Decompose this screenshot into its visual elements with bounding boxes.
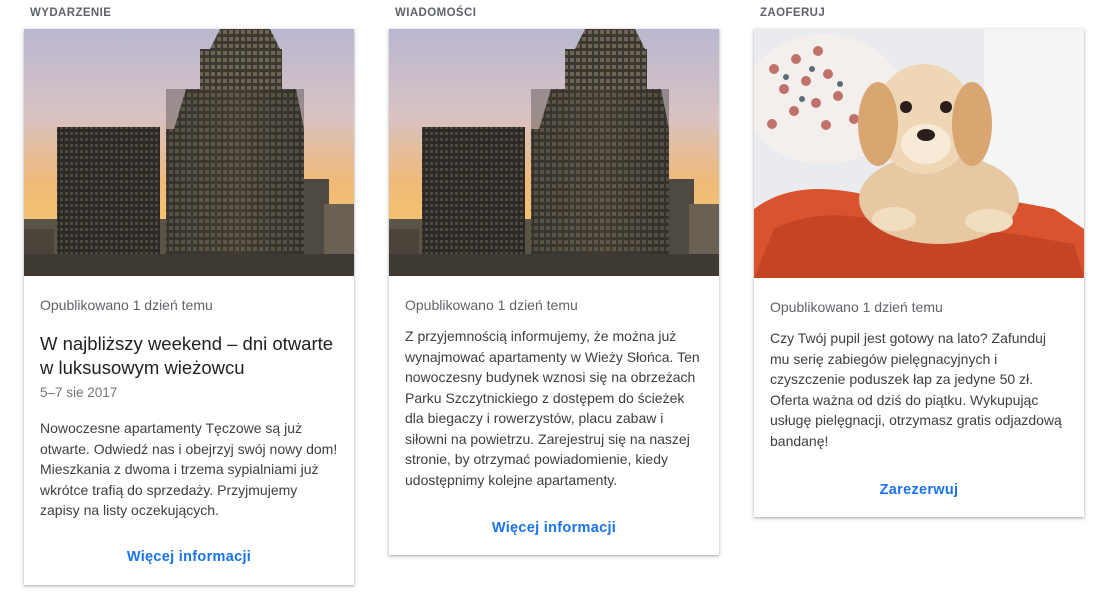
book-button[interactable]: Zarezerwuj	[754, 482, 1084, 498]
post-image	[754, 29, 1084, 278]
skyscraper-photo-icon	[24, 29, 354, 276]
post-timestamp: Opublikowano 1 dzień temu	[770, 299, 943, 315]
post-card-news: Opublikowano 1 dzień temu Z przyjemności…	[389, 29, 719, 555]
event-date: 5–7 sie 2017	[40, 385, 118, 400]
category-label: WIADOMOŚCI	[395, 7, 477, 19]
category-label: ZAOFERUJ	[760, 7, 826, 19]
category-label: WYDARZENIE	[30, 7, 112, 19]
post-timestamp: Opublikowano 1 dzień temu	[405, 297, 578, 313]
post-body: Z przyjemnością informujemy, że można ju…	[405, 328, 700, 488]
learn-more-button[interactable]: Więcej informacji	[389, 520, 719, 536]
post-image	[389, 29, 719, 276]
learn-more-button[interactable]: Więcej informacji	[24, 549, 354, 565]
puppy-photo-icon	[754, 29, 1084, 278]
post-title: W najbliższy weekend – dni otwarte w luk…	[40, 333, 334, 378]
post-image	[24, 29, 354, 276]
post-body: Nowoczesne apartamenty Tęczowe są już ot…	[40, 420, 338, 518]
skyscraper-photo-icon	[389, 29, 719, 276]
post-card-event: Opublikowano 1 dzień temu W najbliższy w…	[24, 29, 354, 585]
post-card-offer: Opublikowano 1 dzień temu Czy Twój pupil…	[754, 29, 1084, 517]
post-body: Czy Twój pupil jest gotowy na lato? Zafu…	[770, 330, 1062, 449]
post-timestamp: Opublikowano 1 dzień temu	[40, 297, 213, 313]
